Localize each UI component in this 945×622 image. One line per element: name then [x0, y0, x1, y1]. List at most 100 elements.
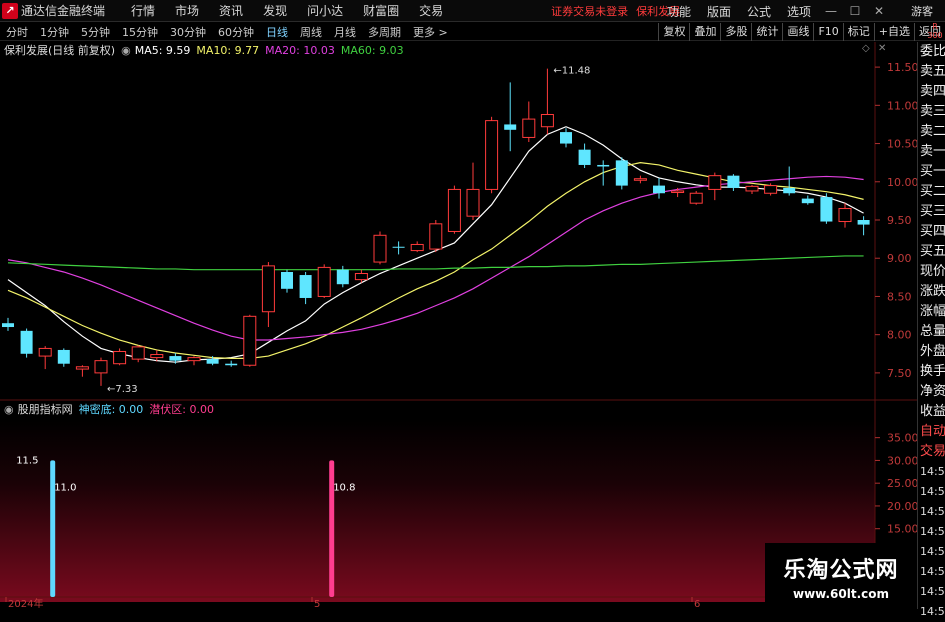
btn-statistics[interactable]: 统计 — [751, 23, 782, 41]
guest-user[interactable]: 游客 — [911, 3, 933, 19]
btn-draw-line[interactable]: 画线 — [782, 23, 813, 41]
period-1min[interactable]: 1分钟 — [37, 24, 72, 40]
candle-body-up — [540, 114, 554, 128]
quote-field-label: 换手 — [920, 364, 945, 379]
low-price-annotation: ←7.33 — [107, 384, 138, 395]
auto-trade-list: 自动 交易 — [918, 422, 945, 462]
indicator-bar-label: 10.8 — [333, 482, 355, 493]
period-more[interactable]: 更多 > — [410, 24, 451, 40]
candle — [57, 348, 70, 367]
price-tick-label: 9.00 — [887, 252, 912, 265]
candle — [560, 128, 572, 148]
kline-chart[interactable]: 11.50 11.00 10.50 10.00 9.50 9.00 8.50 8.00 7.50… — [0, 42, 917, 609]
quote-field-label: 总量 — [920, 324, 945, 339]
candle-body-up — [838, 208, 852, 223]
menu-market-quotes[interactable]: 行情 — [131, 2, 155, 19]
menu-layout[interactable]: 版面 — [707, 3, 731, 20]
indicator-toggle-icon[interactable]: ◉ — [4, 403, 14, 416]
period-5min[interactable]: 5分钟 — [78, 24, 113, 40]
candle — [745, 184, 759, 195]
candle-body-down — [504, 124, 517, 130]
candle-body-down — [597, 164, 610, 167]
candle — [20, 328, 33, 358]
corner-letter: R — [932, 22, 938, 31]
candle-body-down — [653, 185, 665, 194]
watermark-url: www.60lt.com — [792, 586, 890, 601]
tick-time: 14:56 — [920, 505, 945, 518]
quote-field-label: 买四 — [920, 224, 945, 239]
candle — [485, 116, 499, 194]
ma-toggle-icon[interactable]: ◉ — [121, 44, 131, 57]
trade-login-warning[interactable]: 证券交易未登录 — [551, 3, 628, 19]
btn-f10[interactable]: F10 — [813, 23, 842, 41]
period-monthly[interactable]: 月线 — [331, 24, 359, 40]
btn-add-watchlist[interactable]: +自选 — [873, 23, 914, 41]
tick-time-list: 14:56 14:56 14:56 14:56 14:56 14:56 14:56 14:56 — [918, 462, 945, 622]
menu-news[interactable]: 资讯 — [219, 2, 243, 19]
close-icon[interactable]: ✕ — [870, 2, 888, 20]
ma20-label: MA20: 10.03 — [265, 43, 335, 57]
indicator-tick-label: 20.00 — [887, 500, 917, 513]
quote-field-label: 外盘 — [920, 344, 945, 359]
price-tick-label: 8.50 — [887, 290, 912, 303]
candle — [764, 183, 778, 196]
ma10-label: MA10: 9.77 — [196, 43, 260, 57]
period-intraday[interactable]: 分时 — [3, 24, 31, 40]
candle-body-up — [671, 190, 685, 193]
candle — [504, 82, 517, 152]
close-pane-icon[interactable]: ✕ — [878, 43, 886, 54]
menu-market[interactable]: 市场 — [175, 2, 199, 19]
quote-field-label: 买二 — [920, 184, 945, 199]
candle-body-up — [373, 234, 387, 263]
candle — [336, 265, 349, 288]
candle-body-up — [429, 223, 443, 250]
period-60min[interactable]: 60分钟 — [215, 24, 257, 40]
indicator-bar-label: 11.0 — [54, 482, 76, 493]
btn-adjust[interactable]: 复权 — [658, 23, 689, 41]
menu-trade[interactable]: 交易 — [419, 2, 443, 19]
candle-body-up — [94, 360, 108, 374]
period-15min[interactable]: 15分钟 — [119, 24, 161, 40]
indicator-name[interactable]: 股朋指标网 — [18, 401, 73, 417]
settings-icon[interactable]: ◇ — [862, 43, 870, 54]
candle — [75, 365, 89, 377]
candle — [131, 345, 145, 363]
candle — [857, 216, 870, 236]
btn-mark[interactable]: 标记 — [842, 23, 874, 41]
btn-overlay[interactable]: 叠加 — [689, 23, 720, 41]
indicator-bar — [50, 460, 56, 597]
corner-number: 300 — [927, 31, 943, 40]
quote-field-label: 卖五 — [920, 64, 945, 79]
menu-discover[interactable]: 发现 — [263, 2, 287, 19]
price-tick-label: 11.50 — [887, 61, 917, 74]
menu-options[interactable]: 选项 — [787, 3, 811, 20]
period-weekly[interactable]: 周线 — [297, 24, 325, 40]
candle-body-down — [57, 349, 70, 364]
candle — [783, 166, 796, 196]
period-daily[interactable]: 日线 — [263, 24, 291, 40]
menu-function[interactable]: 功能 — [667, 3, 691, 20]
candle — [615, 157, 628, 190]
minimize-icon[interactable]: — — [822, 2, 840, 20]
candle-body-down — [801, 198, 814, 204]
quote-sidebar: 委比 卖五 卖四 卖三 卖二 卖一 买一 买二 买三 买四 买五 现价 涨跌 涨幅 总量 外盘 换手 净资 收益 自… — [917, 42, 945, 618]
menu-formula[interactable]: 公式 — [747, 3, 771, 20]
btn-multi-stock[interactable]: 多股 — [720, 23, 751, 41]
indicator-legend: ◉ 股朋指标网 神密底: 0.00 潜伏区: 0.00 — [4, 401, 214, 417]
indicator-bar — [329, 460, 335, 597]
quote-field-label: 卖四 — [920, 84, 945, 99]
candle-body-up — [466, 188, 480, 217]
candle — [281, 269, 293, 293]
indicator-panel-background — [0, 419, 875, 602]
menu-wealth-circle[interactable]: 财富圈 — [363, 2, 399, 19]
candle — [429, 220, 443, 253]
period-multi[interactable]: 多周期 — [365, 24, 404, 40]
period-bar: 分时 1分钟 5分钟 15分钟 30分钟 60分钟 日线 周线 月线 多周期 更… — [0, 23, 945, 41]
tick-time: 14:56 — [920, 565, 945, 578]
tick-time: 14:56 — [920, 525, 945, 538]
period-30min[interactable]: 30分钟 — [167, 24, 209, 40]
candle — [540, 68, 554, 135]
menu-ask[interactable]: 问小达 — [307, 2, 343, 19]
candle-body-up — [764, 185, 778, 194]
maximize-icon[interactable]: ☐ — [846, 2, 864, 20]
